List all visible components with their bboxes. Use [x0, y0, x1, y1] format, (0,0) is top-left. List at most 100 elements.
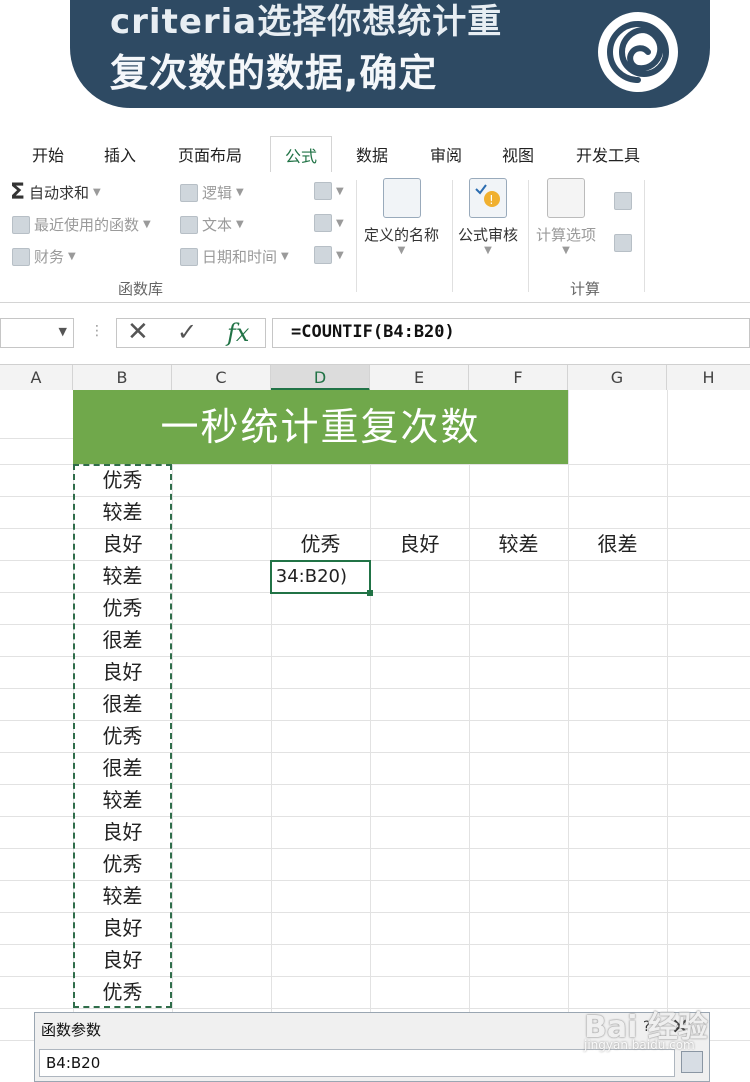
cancel-icon[interactable]: ✕ [127, 317, 149, 347]
close-icon[interactable]: ✕ [671, 1015, 689, 1040]
cell-b7[interactable]: 较差 [73, 560, 172, 592]
cell-b19[interactable]: 良好 [73, 944, 172, 976]
tab-data[interactable]: 数据 [356, 142, 388, 166]
active-cell-d5[interactable]: 34:B20) [270, 560, 371, 594]
formula-input[interactable]: =COUNTIF(B4:B20) [272, 318, 750, 348]
cell-b17[interactable]: 较差 [73, 880, 172, 912]
defined-names-button[interactable]: 定义的名称 ▼ [364, 178, 439, 256]
help-icon[interactable]: ? [643, 1019, 650, 1035]
chevron-down-icon: ▼ [143, 219, 151, 230]
calculation-options-button[interactable]: 计算选项 ▼ [536, 178, 596, 256]
column-header-g[interactable]: G [568, 365, 667, 391]
column-header-h[interactable]: H [667, 365, 750, 391]
recent-functions-button[interactable]: 最近使用的函数 ▼ [12, 214, 151, 235]
chevron-down-icon: ▼ [397, 245, 406, 256]
grid-line [568, 390, 569, 1071]
grid-line [271, 390, 272, 1071]
warning-icon: ! [469, 178, 507, 218]
chevron-down-icon: ▼ [336, 249, 344, 261]
lookup-button[interactable]: ▼ [314, 182, 344, 200]
cell-b8[interactable]: 优秀 [73, 592, 172, 624]
group-label-function-library: 函数库 [118, 280, 164, 298]
range-input[interactable]: B4:B20 [39, 1049, 675, 1077]
text-icon [180, 215, 198, 234]
formula-auditing-button[interactable]: ! 公式审核 ▼ [458, 178, 518, 256]
header-cell-excellent[interactable]: 优秀 [271, 528, 370, 560]
sigma-icon: Σ [10, 179, 26, 205]
formula-bar: ▼ ⋮ ✕ ✓ fx =COUNTIF(B4:B20) [0, 310, 750, 356]
calculate-now-button[interactable] [614, 192, 632, 210]
grid-line [370, 390, 371, 1071]
chevron-down-icon: ▼ [93, 187, 101, 198]
column-headers: A B C D E F G H [0, 364, 750, 392]
insert-function-icon[interactable]: fx [227, 319, 249, 347]
column-header-b[interactable]: B [73, 365, 172, 391]
cell-b12[interactable]: 优秀 [73, 720, 172, 752]
drag-handle-icon[interactable]: ⋮ [90, 323, 104, 339]
tab-insert[interactable]: 插入 [104, 142, 136, 166]
chevron-down-icon[interactable]: ▼ [59, 325, 67, 338]
chevron-down-icon: ▼ [236, 219, 244, 230]
math-button[interactable]: ▼ [314, 214, 344, 232]
grid-line [0, 1008, 750, 1009]
calculate-sheet-icon [614, 234, 632, 252]
star-icon [12, 215, 30, 234]
column-header-d[interactable]: D [271, 365, 370, 391]
cell-b6[interactable]: 良好 [73, 528, 172, 560]
grid-line [0, 438, 73, 439]
group-label-calculation: 计算 [570, 280, 601, 298]
column-header-f[interactable]: F [469, 365, 568, 391]
cell-b10[interactable]: 良好 [73, 656, 172, 688]
cell-b11[interactable]: 很差 [73, 688, 172, 720]
cell-b9[interactable]: 很差 [73, 624, 172, 656]
lookup-icon [314, 182, 332, 200]
cell-b18[interactable]: 良好 [73, 912, 172, 944]
worksheet-grid[interactable]: 一秒统计重复次数 优秀 较差 良好 较差 优秀 很差 良好 很差 优秀 很差 较差 良好 优秀 较差 良好良… [0, 390, 750, 1071]
chevron-down-icon: ▼ [68, 251, 76, 262]
tab-view[interactable]: 视图 [502, 142, 534, 166]
column-header-c[interactable]: C [172, 365, 271, 391]
header-cell-good[interactable]: 良好 [370, 528, 469, 560]
tab-developer[interactable]: 开发工具 [576, 142, 640, 166]
cell-b20[interactable]: 优秀 [73, 976, 172, 1008]
recent-functions-label: 最近使用的函数 [34, 216, 140, 234]
datetime-button[interactable]: 日期和时间 ▼ [180, 246, 289, 267]
ribbon-formulas: Σ 自动求和 ▼ 最近使用的函数 ▼ 财务 ▼ 逻辑 ▼ 文本 ▼ 日期和时间 … [0, 172, 750, 303]
header-cell-very-poor[interactable]: 很差 [568, 528, 667, 560]
financial-button[interactable]: 财务 ▼ [12, 246, 76, 267]
fill-handle[interactable] [367, 590, 373, 596]
more-functions-button[interactable]: ▼ [314, 246, 344, 264]
cell-b15[interactable]: 良好 [73, 816, 172, 848]
cell-b13[interactable]: 很差 [73, 752, 172, 784]
logical-button[interactable]: 逻辑 ▼ [180, 182, 244, 203]
tab-page-layout[interactable]: 页面布局 [178, 142, 242, 166]
cell-b16[interactable]: 优秀 [73, 848, 172, 880]
chevron-down-icon: ▼ [281, 251, 289, 262]
grid-line [667, 390, 668, 1071]
calculate-sheet-button[interactable] [614, 234, 632, 252]
group-divider [644, 180, 645, 292]
tag-icon [382, 178, 421, 218]
chevron-down-icon: ▼ [236, 187, 244, 198]
name-box[interactable]: ▼ [0, 318, 74, 348]
math-icon [314, 214, 332, 232]
text-button[interactable]: 文本 ▼ [180, 214, 244, 235]
chevron-down-icon: ▼ [484, 245, 492, 256]
cell-b4[interactable]: 优秀 [73, 464, 172, 496]
cell-b5[interactable]: 较差 [73, 496, 172, 528]
column-header-a[interactable]: A [0, 365, 73, 391]
header-cell-poor[interactable]: 较差 [469, 528, 568, 560]
autosum-button[interactable]: Σ 自动求和 ▼ [10, 179, 101, 205]
enter-icon[interactable]: ✓ [177, 318, 197, 346]
chevron-down-icon: ▼ [562, 245, 570, 256]
tab-home[interactable]: 开始 [32, 142, 64, 166]
collapse-dialog-icon[interactable] [681, 1051, 703, 1073]
datetime-label: 日期和时间 [202, 248, 278, 266]
cell-b14[interactable]: 较差 [73, 784, 172, 816]
dialog-title: 函数参数 [41, 1021, 102, 1039]
column-header-e[interactable]: E [370, 365, 469, 391]
grid-line [172, 390, 173, 1071]
autosum-label: 自动求和 [29, 184, 90, 202]
tab-review[interactable]: 审阅 [430, 142, 462, 166]
logical-label: 逻辑 [202, 184, 233, 202]
